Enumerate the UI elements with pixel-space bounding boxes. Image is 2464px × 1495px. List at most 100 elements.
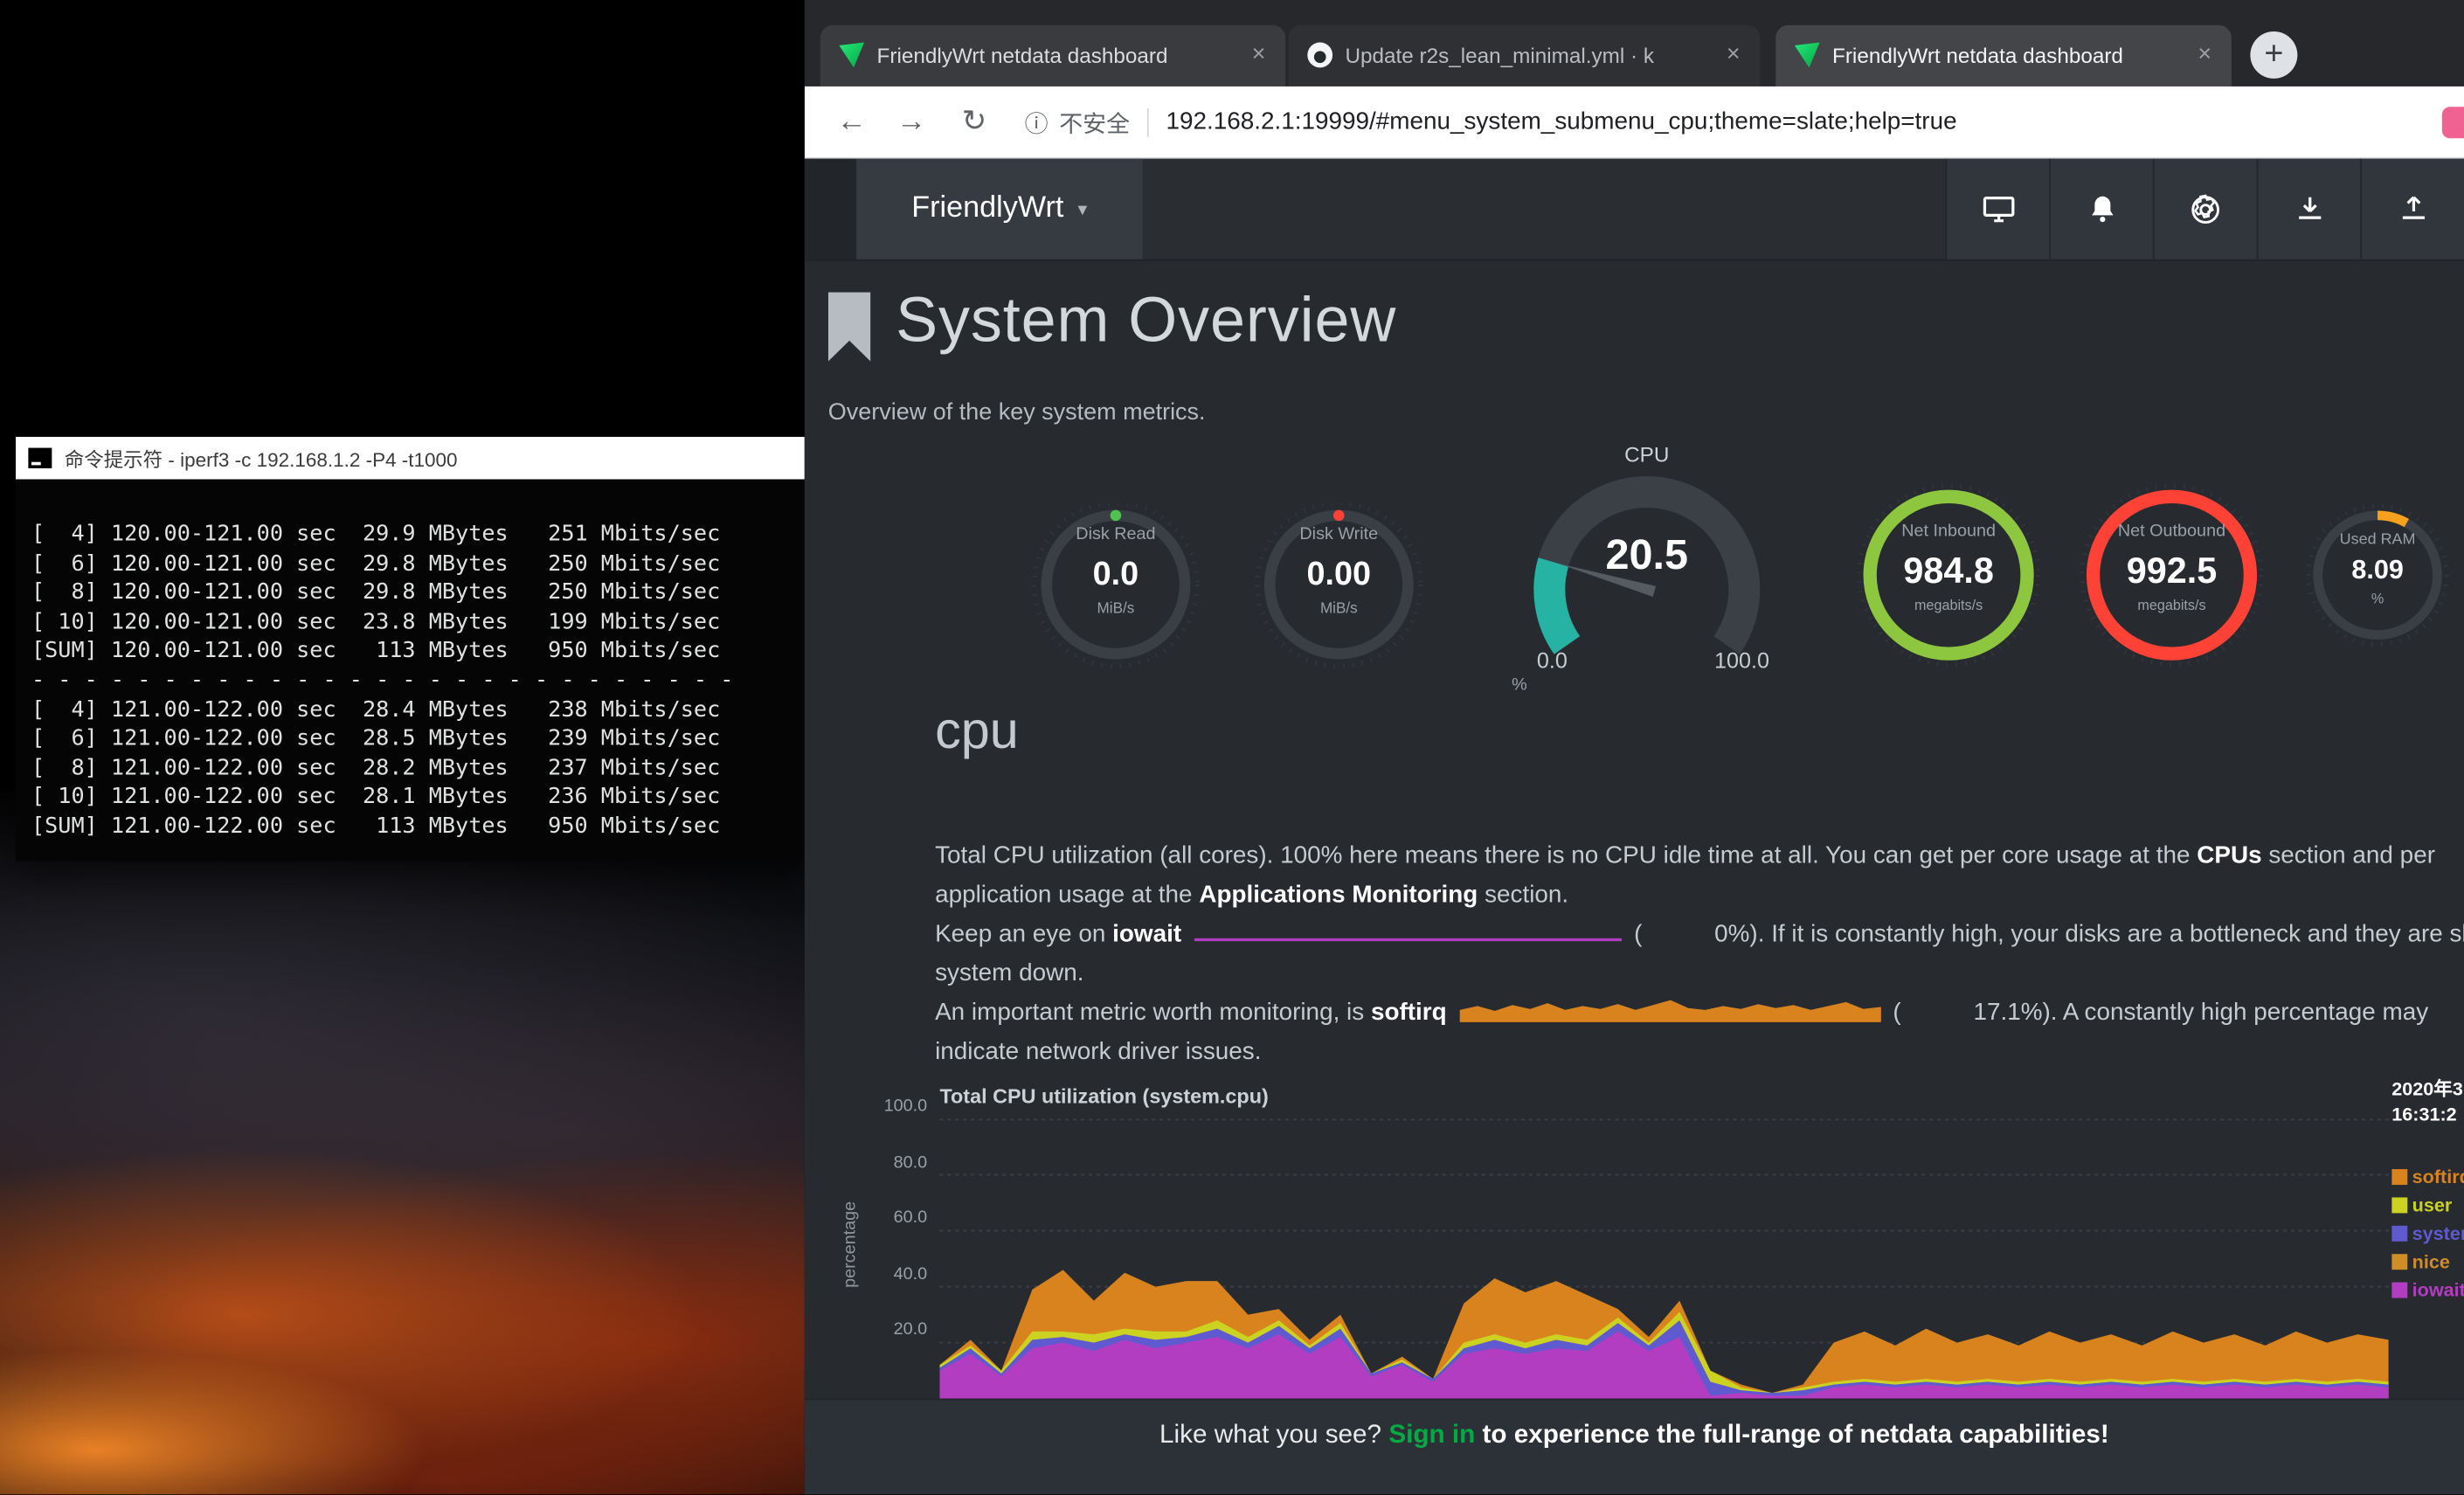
- legend-item[interactable]: iowait: [2391, 1276, 2464, 1304]
- close-icon[interactable]: [2191, 41, 2218, 69]
- terminal-title: 命令提示符 - iperf3 -c 192.168.1.2 -P4 -t1000: [65, 443, 458, 473]
- bell-icon: [2086, 193, 2117, 225]
- back-icon[interactable]: [830, 100, 874, 144]
- y-axis-label: percentage: [841, 1173, 860, 1315]
- text: system down.: [935, 960, 1083, 987]
- legend-item[interactable]: user: [2391, 1191, 2464, 1219]
- paragraph-line: Total CPU utilization (all cores). 100% …: [935, 836, 2464, 876]
- close-icon[interactable]: [1720, 41, 1748, 69]
- y-tick-label: 80.0: [848, 1152, 927, 1208]
- text: Keep an eye on: [935, 921, 1112, 948]
- gauge-used-ram[interactable]: Used RAM 8.09 %: [2299, 496, 2456, 654]
- header-icons: [1946, 159, 2464, 260]
- applications-monitoring-link[interactable]: Applications Monitoring: [1199, 882, 1478, 909]
- iowait-sparkline[interactable]: [1194, 923, 1622, 945]
- gauge-value: 992.5: [2078, 550, 2267, 592]
- url-text[interactable]: 192.168.2.1:19999/#menu_system_submenu_c…: [1166, 108, 1957, 136]
- tab-label: Update r2s_lean_minimal.yml · k: [1345, 25, 1713, 87]
- upload-icon: [2398, 193, 2429, 225]
- legend-item[interactable]: softirq: [2391, 1163, 2464, 1191]
- chart-legend: softirq user system nice iow: [2391, 1163, 2464, 1305]
- paragraph-line: An important metric worth monitoring, is…: [935, 993, 2464, 1033]
- tab-netdata-1[interactable]: FriendlyWrt netdata dashboard: [820, 25, 1285, 87]
- netdata-menu-button[interactable]: FriendlyWrt: [856, 159, 1142, 260]
- text: An important metric worth monitoring, is: [935, 1000, 1371, 1027]
- legend-item[interactable]: system: [2391, 1220, 2464, 1248]
- new-tab-button[interactable]: [2250, 31, 2297, 79]
- legend-swatch: [2391, 1254, 2407, 1270]
- gauge-value: 0.00: [1244, 557, 1433, 594]
- header-edge: [805, 159, 856, 260]
- cmd-icon: [28, 448, 52, 468]
- y-tick-label: 60.0: [848, 1208, 927, 1264]
- gauge-min: 0.0: [1537, 647, 1568, 673]
- alarms-button[interactable]: [2049, 159, 2153, 260]
- extension-icon[interactable]: [2442, 107, 2464, 138]
- tab-netdata-2-active[interactable]: FriendlyWrt netdata dashboard: [1775, 25, 2232, 87]
- sign-in-link[interactable]: Sign in: [1388, 1421, 1475, 1449]
- cpu-gauge-title: CPU: [1490, 443, 1804, 467]
- gauge-net-outbound[interactable]: Net Outbound 992.5 megabits/s: [2078, 481, 2267, 669]
- gauge-unit: megabits/s: [1854, 597, 2043, 613]
- gauge-value: 8.09: [2299, 555, 2456, 586]
- browser-window: FriendlyWrt netdata dashboard Update r2s…: [805, 0, 2464, 1494]
- close-icon[interactable]: [1244, 41, 1272, 69]
- gauge-label: Disk Read: [1021, 525, 1210, 544]
- text: Total CPU utilization (all cores). 100% …: [935, 842, 2197, 869]
- chart-plot-area: [939, 1119, 2388, 1399]
- softirq-sparkline[interactable]: [1459, 998, 1880, 1023]
- paragraph-line: system down.: [935, 954, 2464, 993]
- gauge-label: Disk Write: [1244, 525, 1433, 544]
- cpu-utilization-chart[interactable]: [939, 1119, 2388, 1399]
- info-icon[interactable]: [1025, 106, 1049, 139]
- gauge-disk-read[interactable]: Disk Read 0.0 MiB/s: [1021, 503, 1210, 676]
- gauge-unit: %: [2299, 591, 2456, 606]
- netdata-header: FriendlyWrt: [805, 159, 2464, 261]
- text: section and per: [2262, 842, 2435, 869]
- gauge-label: Net Outbound: [2078, 522, 2267, 541]
- security-chip[interactable]: 不安全: [1059, 106, 1130, 139]
- page-title: System Overview: [896, 286, 1396, 356]
- terminal-titlebar[interactable]: 命令提示符 - iperf3 -c 192.168.1.2 -P4 -t1000: [16, 437, 805, 480]
- text: indicate network driver issues.: [935, 1039, 1261, 1066]
- paragraph-line: indicate network driver issues.: [935, 1033, 2464, 1072]
- legend-label: system: [2412, 1222, 2464, 1244]
- export-button[interactable]: [2360, 159, 2464, 260]
- terminal-window[interactable]: 命令提示符 - iperf3 -c 192.168.1.2 -P4 -t1000…: [16, 437, 805, 862]
- text: section.: [1478, 882, 1568, 909]
- forward-icon[interactable]: [889, 100, 933, 144]
- legend-label: nice: [2412, 1251, 2450, 1273]
- display-icon: [1981, 193, 2016, 225]
- text: application usage at the: [935, 882, 1199, 909]
- gauge-label: Net Inbound: [1854, 522, 2043, 541]
- legend-item[interactable]: nice: [2391, 1248, 2464, 1276]
- display-button[interactable]: [1946, 159, 2050, 260]
- gauge-value: 0.0: [1021, 557, 1210, 594]
- footer-message: to experience the full-range of netdata …: [1475, 1421, 2109, 1449]
- gauge-cpu[interactable]: 20.5 0.0 100.0 %: [1490, 472, 1804, 676]
- import-button[interactable]: [2257, 159, 2361, 260]
- address-bar[interactable]: 不安全 192.168.2.1:19999/#menu_system_subme…: [1025, 99, 2401, 146]
- section-heading-cpu: cpu: [935, 701, 1019, 760]
- github-favicon: [1307, 43, 1332, 68]
- settings-button[interactable]: [2153, 159, 2257, 260]
- tab-github[interactable]: Update r2s_lean_minimal.yml · k: [1289, 25, 1761, 87]
- bookmark-icon: [828, 293, 871, 362]
- screen: 命令提示符 - iperf3 -c 192.168.1.2 -P4 -t1000…: [0, 0, 2464, 1494]
- gauge-disk-write[interactable]: Disk Write 0.00 MiB/s: [1244, 503, 1433, 676]
- cpus-link[interactable]: CPUs: [2197, 842, 2261, 869]
- tab-strip: FriendlyWrt netdata dashboard Update r2s…: [805, 0, 2464, 87]
- page-subtitle: Overview of the key system metrics.: [828, 399, 1206, 426]
- y-tick-label: 40.0: [848, 1264, 927, 1320]
- gauge-max: 100.0: [1714, 647, 1769, 673]
- y-tick-label: 100.0: [848, 1097, 927, 1152]
- download-icon: [2294, 193, 2325, 225]
- legend-label: softirq: [2412, 1166, 2464, 1187]
- gear-icon: [2189, 192, 2222, 225]
- reload-icon[interactable]: [952, 100, 996, 144]
- iowait-label: iowait: [1112, 921, 1181, 948]
- softirq-label: softirq: [1371, 1000, 1447, 1027]
- legend-swatch: [2391, 1197, 2407, 1213]
- gauge-net-inbound[interactable]: Net Inbound 984.8 megabits/s: [1854, 481, 2043, 669]
- y-axis-ticks: 100.080.060.040.020.0: [848, 1097, 927, 1376]
